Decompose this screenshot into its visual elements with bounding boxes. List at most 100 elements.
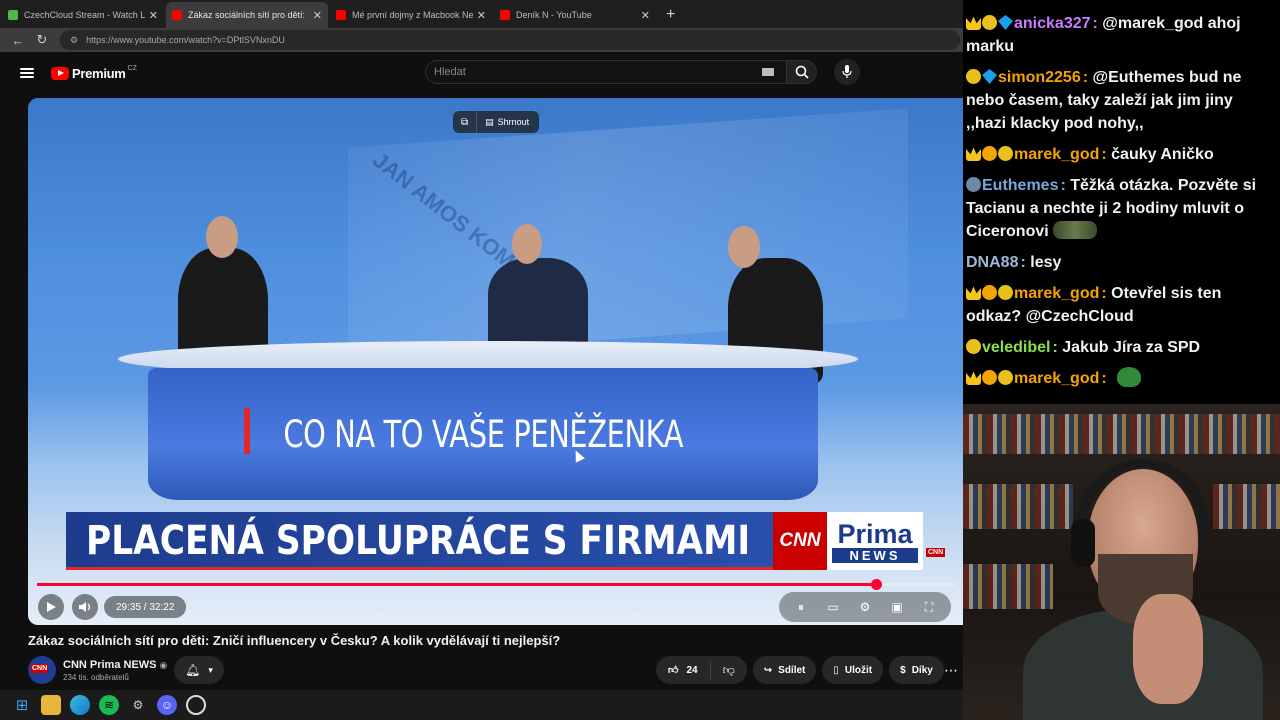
obs-icon[interactable]	[186, 695, 206, 715]
chat-username[interactable]: marek_god	[1014, 370, 1099, 387]
prima-news-logo: Prima NEWS	[827, 512, 923, 570]
more-actions-icon[interactable]: ⋯	[938, 656, 964, 684]
fullscreen-icon[interactable]: ⛶	[915, 595, 943, 619]
reload-icon[interactable]: ↻	[30, 32, 54, 48]
edge-browser-icon[interactable]	[70, 695, 90, 715]
subscriber-count: 234 tis. odběratelů	[63, 672, 129, 682]
progress-bar[interactable]	[37, 579, 954, 590]
country-code: CZ	[127, 64, 137, 72]
microphone-icon	[842, 65, 852, 78]
glob-badge-icon	[982, 146, 997, 161]
miniplayer-icon[interactable]: ⧉	[453, 111, 478, 133]
browser-tab-3[interactable]: Deník N - YouTube ✕	[494, 2, 656, 28]
share-button[interactable]: ↪ Sdílet	[752, 656, 817, 684]
glob-badge-icon	[982, 370, 997, 385]
youtube-logo[interactable]: Premium CZ	[51, 64, 137, 81]
guest-left-head	[206, 216, 238, 258]
news-text: NEWS	[832, 547, 918, 563]
chat-emote-icon	[1117, 367, 1142, 387]
chat-username[interactable]: DNA88	[966, 254, 1018, 271]
back-icon[interactable]: ←	[6, 33, 30, 48]
bookmark-icon: ▯	[833, 664, 839, 676]
headset-earcup	[1071, 519, 1095, 567]
subtitles-icon[interactable]: ▭	[819, 595, 847, 619]
video-player[interactable]: JAN AMOS KOMENSKÝ CO NA TO VAŠE PENĚŽENK…	[28, 98, 963, 625]
glob-badge-icon	[982, 285, 997, 300]
spotify-icon[interactable]: ≋	[99, 695, 119, 715]
shrnout-label: Shrnout	[497, 117, 530, 127]
dislike-button[interactable]: 👎︎	[711, 663, 747, 678]
cnn-logo-text: CNN	[779, 530, 821, 551]
settings-gear-icon[interactable]: ⚙	[851, 595, 879, 619]
chat-message: marek_god: Otevřel sis ten odkaz? @Czech…	[966, 282, 1272, 328]
site-info-icon[interactable]: ⚙	[70, 35, 78, 46]
close-icon[interactable]: ✕	[149, 9, 158, 22]
summary-overlay[interactable]: ⧉ ▤ Shrnout	[453, 111, 540, 133]
new-tab-button[interactable]: +	[656, 6, 685, 28]
search-input[interactable]: Hledat	[425, 60, 787, 84]
url-field[interactable]: ⚙ https://www.youtube.com/watch?v=DPtlSV…	[60, 30, 960, 50]
chat-message: marek_god: čauky Aničko	[966, 143, 1272, 166]
guest-right-head	[728, 226, 760, 268]
chat-separator: :	[1052, 339, 1063, 356]
tab-favicon	[172, 10, 182, 20]
windows-start-icon[interactable]: ⊞	[12, 695, 32, 715]
like-count: 24	[686, 664, 698, 676]
url-text: https://www.youtube.com/watch?v=DPtlSVNx…	[86, 35, 285, 45]
channel-name[interactable]: CNN Prima NEWS ◉	[63, 659, 167, 671]
notification-bell-button[interactable]: 🔔︎ ▾	[174, 656, 224, 684]
play-button[interactable]	[38, 594, 64, 620]
share-label: Sdílet	[778, 664, 806, 676]
chat-message: Euthemes: Těžká otázka. Pozvěte si Tacia…	[966, 174, 1272, 243]
browser-tab-2[interactable]: Mé první dojmy z Macbook Neo. ✕	[330, 2, 492, 28]
channel-avatar[interactable]	[28, 656, 56, 684]
chat-message: simon2256: @Euthemes bud ne nebo časem, …	[966, 66, 1272, 135]
voice-search-button[interactable]	[834, 59, 860, 85]
browser-tab-0[interactable]: CzechCloud Stream - Watch Live o ✕	[2, 2, 164, 28]
chat-emote-icon	[1052, 221, 1097, 239]
browser-tab-bar: CzechCloud Stream - Watch Live o ✕ Zákaz…	[0, 0, 963, 28]
chat-username[interactable]: simon2256	[998, 69, 1081, 86]
discord-icon[interactable]: ☺	[157, 695, 177, 715]
chat-username[interactable]: marek_god	[1014, 285, 1099, 302]
bell-icon: 🔔︎	[185, 663, 201, 677]
theater-mode-icon[interactable]: ▣	[883, 595, 911, 619]
save-button[interactable]: ▯ Uložit	[822, 656, 884, 684]
tab-title: Zákaz sociálních sítí pro dětí:	[188, 10, 306, 20]
chat-text: čauky Aničko	[1111, 146, 1214, 163]
shrnout-button[interactable]: ▤ Shrnout	[477, 117, 539, 128]
close-icon[interactable]: ✕	[641, 9, 650, 22]
chat-username[interactable]: marek_god	[1014, 146, 1099, 163]
headset	[1078, 459, 1208, 549]
search-icon	[795, 65, 809, 79]
file-explorer-icon[interactable]	[41, 695, 61, 715]
thanks-button[interactable]: $ Díky	[889, 656, 944, 684]
browser-tab-1[interactable]: Zákaz sociálních sítí pro dětí: ✕	[166, 2, 328, 28]
volume-button[interactable]	[72, 594, 98, 620]
chat-message: anicka327: @marek_god ahoj marku	[966, 12, 1272, 58]
search-button[interactable]	[787, 60, 817, 84]
chat-username[interactable]: veledibel	[982, 339, 1050, 356]
chat-username[interactable]: anicka327	[1014, 15, 1091, 32]
chat-separator: :	[1092, 15, 1103, 32]
chat-text: lesy	[1030, 254, 1062, 271]
crown-badge-icon	[966, 286, 981, 300]
progress-scrubber[interactable]	[871, 579, 883, 590]
steam-icon[interactable]: ⚙	[128, 695, 148, 715]
like-button[interactable]: 👍︎ 24	[656, 661, 711, 679]
gray-badge-icon	[966, 177, 981, 192]
hamburger-menu-icon[interactable]	[20, 68, 34, 78]
progress-fill	[37, 583, 877, 586]
thumbs-up-icon: 👍︎	[668, 665, 679, 676]
chat-separator: :	[1082, 69, 1093, 86]
close-icon[interactable]: ✕	[313, 9, 322, 22]
bookshelf	[1213, 484, 1280, 529]
coin-badge-icon	[982, 15, 997, 30]
webcam-feed	[963, 404, 1280, 720]
tab-favicon	[500, 10, 510, 20]
close-icon[interactable]: ✕	[477, 9, 486, 22]
keyboard-icon[interactable]	[762, 68, 774, 76]
chat-username[interactable]: Euthemes	[982, 177, 1058, 194]
autoplay-toggle[interactable]: ⏸	[787, 595, 815, 619]
tab-title: Deník N - YouTube	[516, 10, 592, 20]
